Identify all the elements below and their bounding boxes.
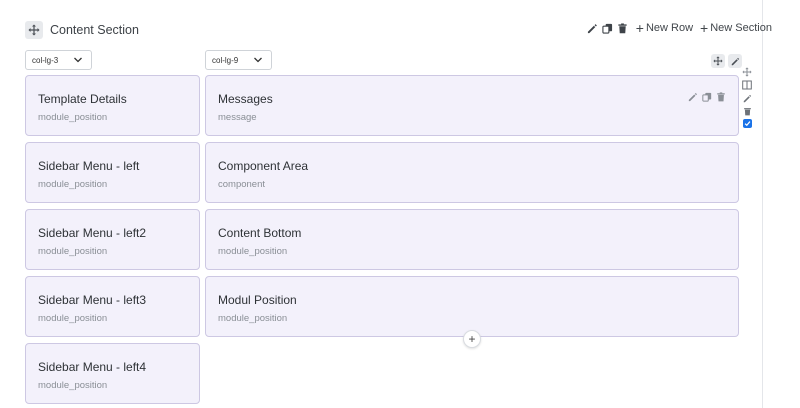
move-icon [742,67,752,77]
module-position: module_position [218,246,288,257]
delete-section-button[interactable] [617,22,629,34]
row-columns-button[interactable] [742,80,752,90]
add-module-button[interactable]: + [463,330,481,348]
module-position: module_position [218,313,288,324]
module-card[interactable]: Template Details module_position [25,75,200,136]
move-icon [28,24,40,36]
module-card[interactable]: Sidebar Menu - left module_position [25,142,200,203]
module-title: Template Details [38,92,127,106]
pencil-icon [743,94,751,102]
module-edit-button[interactable] [687,91,698,102]
module-title: Modul Position [218,293,297,307]
section-title: Content Section [50,23,139,37]
row-edit-button[interactable] [742,93,752,103]
pencil-icon [731,57,739,65]
row-delete-button[interactable] [742,106,752,116]
module-position: module_position [38,112,108,123]
module-title: Messages [218,92,273,106]
module-position: module_position [38,246,108,257]
checkmark-icon [744,121,750,127]
module-position: module_position [38,313,108,324]
module-position: message [218,112,257,123]
chevron-down-icon [74,57,82,63]
trash-icon [716,91,725,101]
section-header: Content Section [25,20,139,40]
column-edit-button[interactable] [728,54,742,68]
module-card[interactable]: Component Area component [205,142,739,203]
module-title: Sidebar Menu - left3 [38,293,147,307]
row-move-handle[interactable] [742,67,752,77]
row-side-tools [741,67,753,128]
copy-section-button[interactable] [602,22,614,34]
pencil-icon [688,92,697,101]
module-position: module_position [38,380,108,391]
module-card[interactable]: Sidebar Menu - left4 module_position [25,343,200,404]
plus-icon: + [635,20,644,36]
new-row-button[interactable]: + New Row [635,20,694,36]
section-move-handle[interactable] [25,21,43,39]
chevron-down-icon [254,57,262,63]
module-title: Sidebar Menu - left [38,159,140,173]
plus-icon: + [700,20,709,36]
new-section-button[interactable]: + New Section [700,20,772,36]
column-size-value: col-lg-3 [32,55,59,65]
module-card[interactable]: Content Bottom module_position [205,209,739,270]
new-section-label: New Section [710,22,772,34]
move-icon [713,56,723,66]
column-move-handle[interactable] [711,54,725,68]
new-row-label: New Row [645,22,694,34]
trash-icon [743,107,751,115]
module-card[interactable]: Messages message [205,75,739,136]
module-title: Sidebar Menu - left2 [38,226,147,240]
module-copy-button[interactable] [701,91,712,102]
copy-icon [602,23,613,34]
module-delete-button[interactable] [715,91,726,102]
row-select-checkbox[interactable] [742,119,752,128]
columns-icon [742,80,752,90]
module-title: Sidebar Menu - left4 [38,360,147,374]
section-actions: + New Row + New Section [587,20,772,36]
module-position: component [218,179,266,190]
column-size-select-left[interactable]: col-lg-3 [25,50,92,70]
pencil-icon [588,23,598,33]
column-size-value: col-lg-9 [212,55,239,65]
plus-icon: + [468,332,476,346]
column-tools [711,54,742,68]
module-title: Component Area [218,159,309,173]
edit-section-button[interactable] [587,22,599,34]
module-card[interactable]: Modul Position module_position [205,276,739,337]
column-size-select-right[interactable]: col-lg-9 [205,50,272,70]
module-position: module_position [38,179,108,190]
trash-icon [618,22,627,33]
module-card[interactable]: Sidebar Menu - left2 module_position [25,209,200,270]
module-card[interactable]: Sidebar Menu - left3 module_position [25,276,200,337]
module-title: Content Bottom [218,226,302,240]
copy-icon [701,92,711,102]
module-actions [687,91,726,102]
